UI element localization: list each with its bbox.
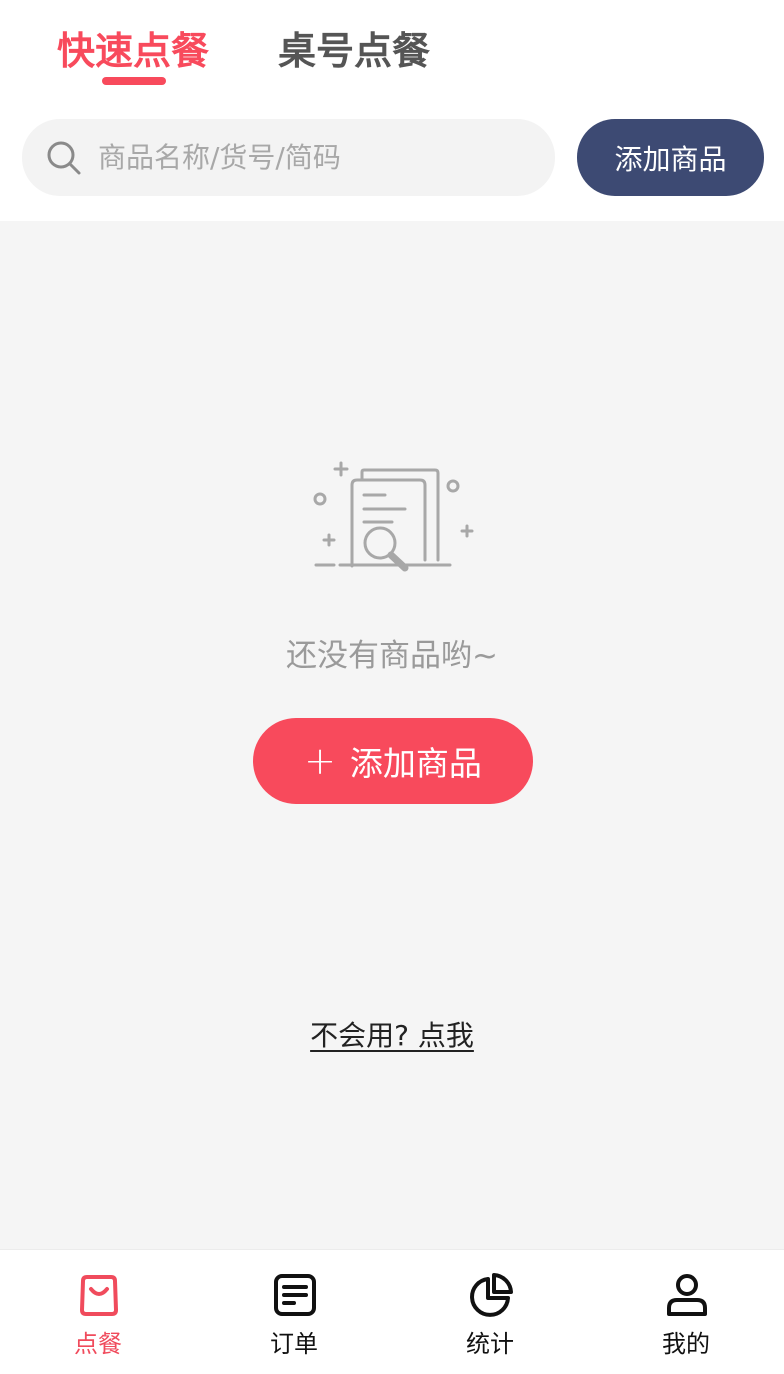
- shopping-bag-icon: [80, 1275, 118, 1316]
- add-product-button[interactable]: + 添加商品: [253, 718, 533, 804]
- nav-item-order-food[interactable]: 点餐: [0, 1250, 196, 1374]
- tab-quick-order[interactable]: 快速点餐: [57, 26, 209, 76]
- help-link[interactable]: 不会用? 点我: [0, 1014, 784, 1054]
- add-product-button-label: 添加商品: [349, 744, 482, 783]
- order-list-icon: [274, 1274, 316, 1316]
- empty-documents-search-icon: [313, 461, 474, 572]
- top-header: 快速点餐 桌号点餐 添加商品: [0, 0, 784, 221]
- search-icon: [47, 141, 81, 175]
- pie-chart-icon: [470, 1273, 513, 1317]
- empty-state-message: 还没有商品哟~: [286, 638, 498, 674]
- tab-table-order[interactable]: 桌号点餐: [278, 26, 430, 76]
- nav-item-mine[interactable]: 我的: [588, 1250, 784, 1374]
- user-icon: [667, 1274, 707, 1316]
- add-product-button-top[interactable]: 添加商品: [577, 119, 764, 196]
- nav-item-statistics[interactable]: 统计: [392, 1250, 588, 1374]
- search-input[interactable]: [98, 119, 538, 196]
- nav-label-order-food: 点餐: [74, 1330, 122, 1358]
- plus-icon: +: [304, 739, 336, 783]
- nav-item-orders[interactable]: 订单: [196, 1250, 392, 1374]
- help-link-label: 不会用? 点我: [310, 1019, 474, 1052]
- nav-label-mine: 我的: [662, 1330, 710, 1358]
- nav-label-statistics: 统计: [466, 1330, 514, 1358]
- active-tab-indicator: [102, 77, 166, 85]
- bottom-nav: 点餐 订单 统计 我的: [0, 1249, 784, 1374]
- nav-label-orders: 订单: [270, 1330, 318, 1358]
- search-box[interactable]: [22, 119, 555, 196]
